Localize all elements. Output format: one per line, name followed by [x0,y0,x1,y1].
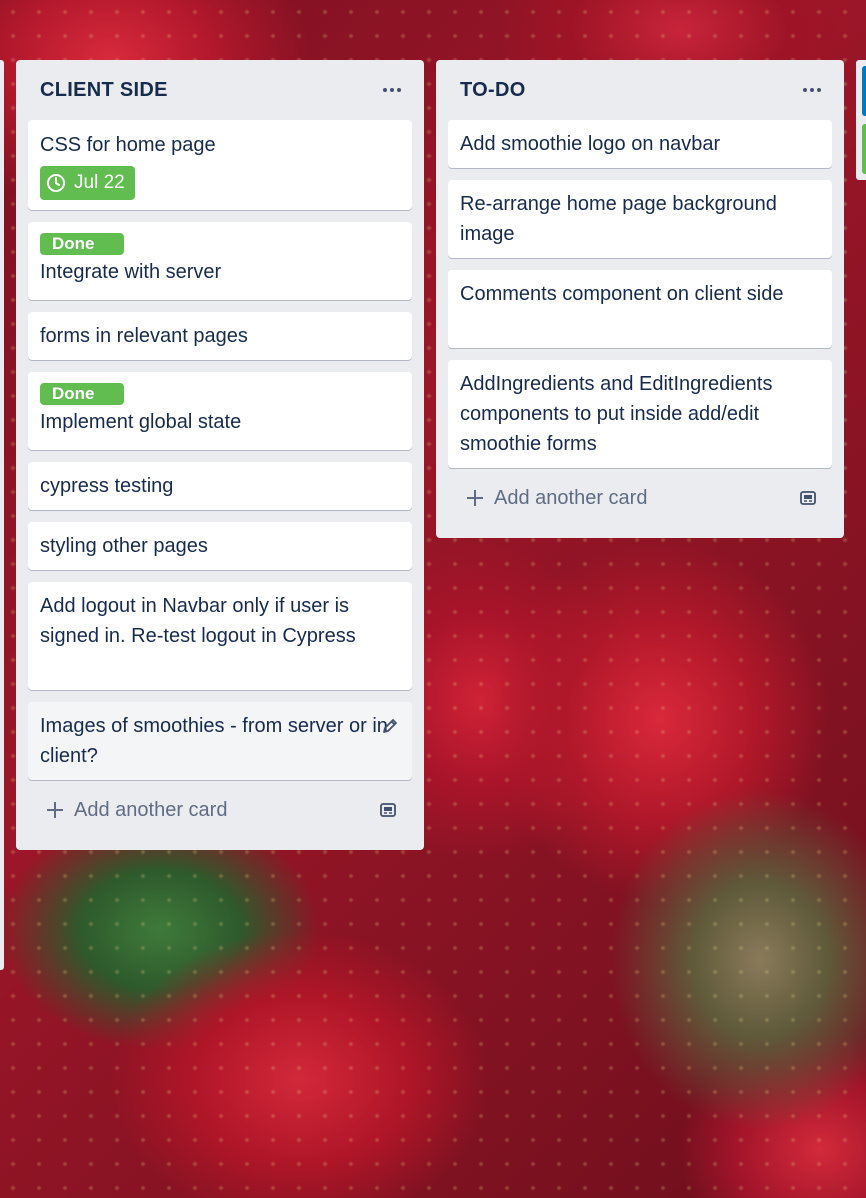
card[interactable]: Done Implement global state [28,372,412,450]
add-card-button[interactable]: Add another card [28,780,412,840]
card[interactable]: styling other pages [28,522,412,570]
list-client-side: CLIENT SIDE CSS for home page Jul 22 Don… [16,60,424,850]
partial-label-green [862,124,866,174]
card-list: CSS for home page Jul 22 Done Integrate … [28,120,412,780]
card-title: Integrate with server [40,261,222,283]
clock-icon [47,174,65,192]
plus-icon [47,802,63,818]
card-list: Add smoothie logo on navbar Re-arrange h… [448,120,832,468]
menu-dots-icon[interactable] [380,78,404,102]
list-to-do: TO-DO Add smoothie logo on navbar Re-arr… [436,60,844,538]
add-card-label: Add another card [494,486,648,509]
due-date-text: Jul 22 [74,172,125,193]
card-title: Implement global state [40,411,242,433]
due-date-badge[interactable]: Jul 22 [40,166,135,200]
card-title: Re-arrange home page background image [460,193,777,245]
card-title: CSS for home page [40,134,216,156]
card-title: styling other pages [40,535,208,557]
add-card-label: Add another card [74,798,228,821]
partial-label-blue [862,66,866,116]
card[interactable]: Images of smoothies - from server or in … [28,702,412,780]
card-title: Add smoothie logo on navbar [460,133,721,155]
pencil-icon[interactable] [380,716,400,736]
card-title: Add logout in Navbar only if user is sig… [40,595,356,647]
menu-dots-icon[interactable] [800,78,824,102]
card[interactable]: Comments component on client side [448,270,832,348]
card[interactable]: Re-arrange home page background image [448,180,832,258]
card-title: forms in relevant pages [40,325,248,347]
card[interactable]: forms in relevant pages [28,312,412,360]
card-template-icon[interactable] [798,488,818,508]
card[interactable]: Add logout in Navbar only if user is sig… [28,582,412,690]
card-title: AddIngredients and EditIngredients compo… [460,373,773,455]
add-card-button[interactable]: Add another card [448,468,832,528]
card[interactable]: Done Integrate with server [28,222,412,300]
list-header: CLIENT SIDE [28,60,412,120]
card[interactable]: cypress testing [28,462,412,510]
card-title: Images of smoothies - from server or in … [40,715,388,767]
list-title[interactable]: TO-DO [460,79,526,102]
card[interactable]: AddIngredients and EditIngredients compo… [448,360,832,468]
label-done: Done [40,383,124,405]
label-done: Done [40,233,124,255]
partial-list-right[interactable] [856,60,866,180]
card[interactable]: Add smoothie logo on navbar [448,120,832,168]
card-title: Comments component on client side [460,283,784,305]
plus-icon [467,490,483,506]
partial-list-left[interactable] [0,60,4,970]
card-title: cypress testing [40,475,174,497]
list-header: TO-DO [448,60,832,120]
list-title[interactable]: CLIENT SIDE [40,79,168,102]
card-template-icon[interactable] [378,800,398,820]
card[interactable]: CSS for home page Jul 22 [28,120,412,210]
